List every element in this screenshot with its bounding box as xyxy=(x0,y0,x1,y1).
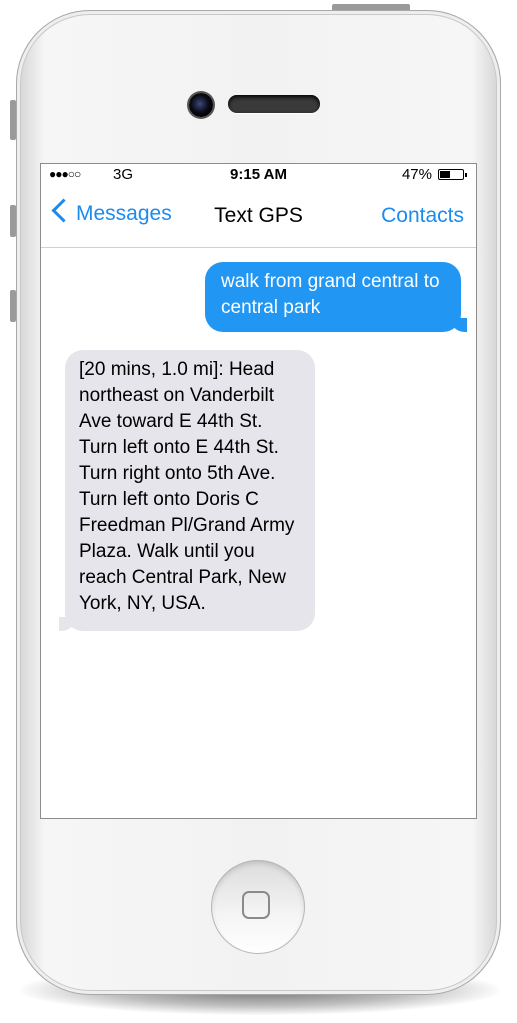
battery-fill xyxy=(440,171,451,178)
earpiece-speaker xyxy=(228,95,320,113)
status-bar: ●●●○○ 3G 9:15 AM 47% xyxy=(41,164,476,186)
phone-screen: ●●●○○ 3G 9:15 AM 47% Messages Text GPS C… xyxy=(40,163,477,819)
battery-tip xyxy=(465,173,467,177)
incoming-message-bubble[interactable]: [20 mins, 1.0 mi]: Head northeast on Van… xyxy=(59,350,315,631)
battery-percent: 47% xyxy=(401,166,432,183)
outgoing-message-bubble[interactable]: walk from grand central to central park xyxy=(205,262,467,332)
home-square-icon xyxy=(242,891,270,919)
navigation-bar: Messages Text GPS Contacts xyxy=(41,186,476,248)
battery-icon xyxy=(438,169,464,180)
device-mockup: ●●●○○ 3G 9:15 AM 47% Messages Text GPS C… xyxy=(0,0,517,1023)
home-button[interactable] xyxy=(211,860,305,954)
front-camera xyxy=(189,93,213,117)
contacts-button[interactable]: Contacts xyxy=(381,204,464,228)
